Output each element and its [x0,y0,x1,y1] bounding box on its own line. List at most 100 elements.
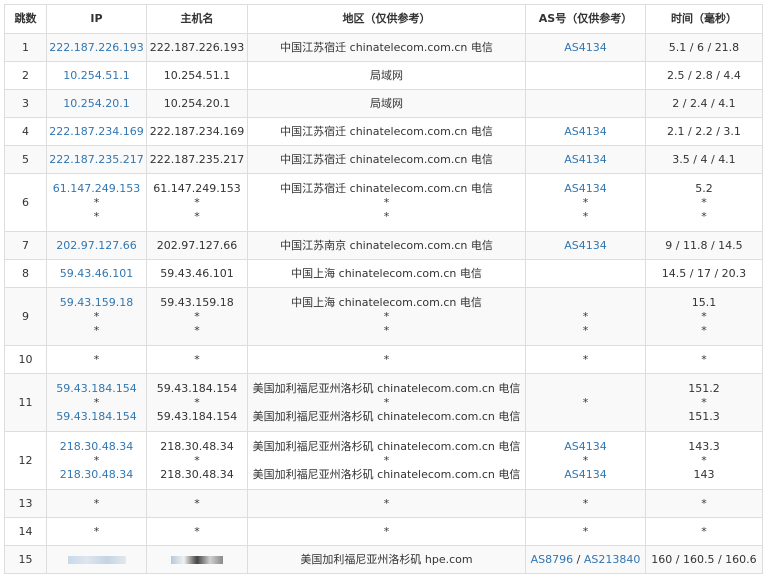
hop-cell: 9 [4,287,47,346]
as-cell: * [525,489,646,518]
table-row: 2 10.254.51.1 10.254.51.1 局域网 2.5 / 2.8 / 4… [4,61,763,90]
cell-value: * [93,195,100,209]
header-as: AS号（仅供参考） [525,4,646,34]
cell-value: * [194,395,200,409]
hop-cell: 12 [4,431,47,490]
location-cell: * [247,489,526,518]
as-link[interactable]: AS4134 [526,468,645,482]
as-link[interactable]: AS4134 [526,125,645,139]
as-link[interactable]: AS4134 [526,440,645,454]
time-cell: * [645,517,763,546]
ip-link[interactable]: 10.254.20.1 [47,97,146,111]
cell-value: 中国江苏宿迁 chinatelecom.com.cn 电信 [280,181,493,195]
as-link[interactable]: AS4134 [526,41,645,55]
as-link[interactable]: AS8796 [531,553,574,566]
cell-value: 5.2 [695,181,713,195]
ip-cell: 10.254.20.1 [46,89,147,118]
ip-link[interactable]: 222.187.235.217 [47,153,146,167]
as-link[interactable]: AS4134 [526,239,645,253]
cell-value: 美国加利福尼亚州洛杉矶 chinatelecom.com.cn 电信 [252,409,521,423]
hostname-cell: 218.30.48.34 * 218.30.48.34 [146,431,248,490]
as-link[interactable]: AS4134 [526,182,645,196]
hostname-cell: 59.43.184.154 * 59.43.184.154 [146,373,248,432]
table-row: 8 59.43.46.101 59.43.46.101 中国上海 chinatelec… [4,259,763,288]
table-row: 12 218.30.48.34 * 218.30.48.34 218.30.48.34 *… [4,431,763,490]
table-row: 13 * * * * * [4,489,763,518]
cell-value: 局域网 [370,68,403,82]
table-row: 9 59.43.159.18 * * 59.43.159.18 * * 中国上海 chinat… [4,287,763,346]
as-cell: * [525,373,646,432]
as-cell [525,61,646,90]
cell-value: * [383,195,390,209]
ip-link[interactable]: 202.97.127.66 [47,239,146,253]
as-link[interactable]: AS4134 [526,153,645,167]
cell-value: * [194,524,200,538]
cell-value: * [582,209,589,223]
hop-cell: 13 [4,489,47,518]
location-cell: 中国江苏南京 chinatelecom.com.cn 电信 [247,231,526,260]
ip-link[interactable]: 10.254.51.1 [47,69,146,83]
cell-value: * [93,496,100,510]
location-cell: 局域网 [247,61,526,90]
cell-value: 10.254.20.1 [163,96,231,110]
time-cell: 15.1 * * [645,287,763,346]
ip-link[interactable]: 59.43.159.18 [47,296,146,310]
redacted-value [171,555,223,564]
time-cell: 5.2 * * [645,173,763,232]
cell-value: * [383,309,390,323]
cell-value: * [701,195,707,209]
as-link[interactable]: AS213840 [584,553,641,566]
cell-value: * [194,323,200,337]
ip-link[interactable]: 218.30.48.34 [47,468,146,482]
location-cell: 中国江苏宿迁 chinatelecom.com.cn 电信 [247,33,526,62]
ip-cell: * [46,345,147,374]
ip-link[interactable]: 61.147.249.153 [47,182,146,196]
location-cell: 中国上海 chinatelecom.com.cn 电信 * * [247,287,526,346]
as-cell: * [525,517,646,546]
ip-cell: 10.254.51.1 [46,61,147,90]
ip-link[interactable]: 218.30.48.34 [47,440,146,454]
cell-value: 5.1 / 6 / 21.8 [668,40,740,54]
cell-value: 143 [693,467,715,481]
ip-cell: 222.187.234.169 [46,117,147,146]
hop-cell: 8 [4,259,47,288]
location-cell: 中国上海 chinatelecom.com.cn 电信 [247,259,526,288]
cell-value: 202.97.127.66 [156,238,238,252]
cell-value: 中国江苏宿迁 chinatelecom.com.cn 电信 [280,152,493,166]
cell-value: * [582,323,589,337]
cell-value: * [93,524,100,538]
header-location: 地区（仅供参考） [247,4,526,34]
table-row: 7 202.97.127.66 202.97.127.66 中国江苏南京 chinat… [4,231,763,260]
hop-cell: 2 [4,61,47,90]
ip-link[interactable]: 222.187.234.169 [47,125,146,139]
cell-value: * [194,309,200,323]
ip-link[interactable]: 59.43.184.154 [47,382,146,396]
location-cell: 美国加利福尼亚州洛杉矶 chinatelecom.com.cn 电信 * 美国加利福… [247,431,526,490]
as-cell: AS4134 [525,117,646,146]
cell-value: * [701,453,707,467]
cell-value: * [383,209,390,223]
ip-link[interactable]: 59.43.184.154 [47,410,146,424]
cell-value: 中国上海 chinatelecom.com.cn 电信 [291,295,482,309]
ip-link[interactable]: 222.187.226.193 [47,41,146,55]
table-row: 10 * * * * * [4,345,763,374]
cell-value: 15.1 [691,295,717,309]
ip-cell: 222.187.235.217 [46,145,147,174]
as-cell: AS4134 * AS4134 [525,431,646,490]
cell-value [526,296,645,310]
hop-cell: 14 [4,517,47,546]
cell-value: * [701,309,707,323]
hostname-cell: 222.187.234.169 [146,117,248,146]
location-cell: 美国加利福尼亚州洛杉矶 chinatelecom.com.cn 电信 * 美国加利福… [247,373,526,432]
cell-value: 3.5 / 4 / 4.1 [672,152,736,166]
redacted-value [67,555,126,564]
cell-value: 218.30.48.34 [160,467,234,481]
cell-value: * [582,453,589,467]
table-row: 6 61.147.249.153 * * 61.147.249.153 * * 中国江苏宿迁 … [4,173,763,232]
cell-value: * [701,323,707,337]
hop-cell: 1 [4,33,47,62]
ip-link[interactable]: 59.43.46.101 [47,267,146,281]
cell-value: 中国江苏宿迁 chinatelecom.com.cn 电信 [280,124,493,138]
cell-value: * [93,453,100,467]
cell-value: 10.254.51.1 [163,68,231,82]
